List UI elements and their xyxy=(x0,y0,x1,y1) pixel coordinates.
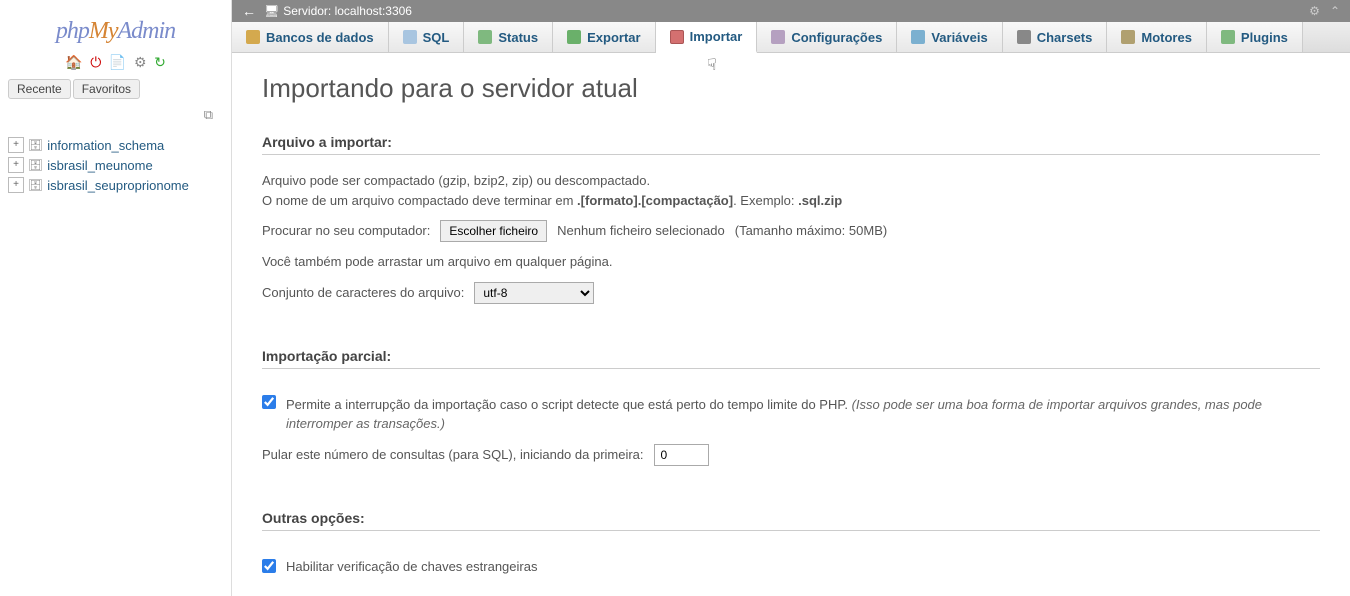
tree-toggle-icon[interactable]: + xyxy=(8,157,24,173)
database-icon: 🗄 xyxy=(28,178,43,192)
tab-plugins[interactable]: Plugins xyxy=(1207,22,1303,52)
compress-note-2: O nome de um arquivo compactado deve ter… xyxy=(262,191,1320,211)
charset-select[interactable]: utf-8 xyxy=(474,282,594,304)
tab-import[interactable]: Importar xyxy=(656,22,758,53)
skip-queries-input[interactable] xyxy=(654,444,709,466)
tab-label: SQL xyxy=(423,30,450,45)
sidebar: phpMyAdmin 🏠 ⏻ 📄 ⚙ ↻ Recente Favoritos ⧉… xyxy=(0,0,232,596)
config-icon xyxy=(771,30,785,44)
drag-note: Você também pode arrastar um arquivo em … xyxy=(262,252,612,272)
back-arrow-icon[interactable]: ← xyxy=(242,3,256,19)
status-icon xyxy=(478,30,492,44)
sidebar-nav-tabs: Recente Favoritos xyxy=(8,75,223,103)
server-label-text: Servidor: localhost:3306 xyxy=(283,4,412,18)
main-panel: ← 🖥 Servidor: localhost:3306 ⚙ ⌃ Bancos … xyxy=(232,0,1350,596)
tab-label: Exportar xyxy=(587,30,640,45)
section-title: Outras opções: xyxy=(262,510,1320,531)
tab-status[interactable]: Status xyxy=(464,22,553,52)
sql-icon xyxy=(403,30,417,44)
text: O nome de um arquivo compactado deve ter… xyxy=(262,193,577,208)
database-icon: 🗄 xyxy=(28,138,43,152)
skip-queries-label: Pular este número de consultas (para SQL… xyxy=(262,445,644,465)
variables-icon xyxy=(911,30,925,44)
docs-icon[interactable]: 📄 xyxy=(109,54,126,70)
tab-label: Variáveis xyxy=(931,30,987,45)
tab-label: Motores xyxy=(1141,30,1192,45)
tab-export[interactable]: Exportar xyxy=(553,22,655,52)
main-tabs: Bancos de dados SQL Status Exportar Impo… xyxy=(232,22,1350,53)
home-icon[interactable]: 🏠 xyxy=(65,54,82,70)
logout-icon[interactable]: ⏻ xyxy=(90,54,101,70)
import-icon xyxy=(670,30,684,44)
text: . Exemplo: xyxy=(733,193,798,208)
browse-label: Procurar no seu computador: xyxy=(262,221,430,241)
section-title: Importação parcial: xyxy=(262,348,1320,369)
tab-label: Charsets xyxy=(1037,30,1093,45)
tree-toggle-icon[interactable]: + xyxy=(8,177,24,193)
logo-my: My xyxy=(89,18,118,44)
tab-databases[interactable]: Bancos de dados xyxy=(232,22,389,52)
link-icon[interactable]: ⧉ xyxy=(8,103,223,127)
no-file-label: Nenhum ficheiro selecionado xyxy=(557,221,725,241)
compress-note-1: Arquivo pode ser compactado (gzip, bzip2… xyxy=(262,171,1320,191)
format-pattern: .[formato].[compactação] xyxy=(577,193,733,208)
tab-variables[interactable]: Variáveis xyxy=(897,22,1002,52)
plugins-icon xyxy=(1221,30,1235,44)
allow-interrupt-label: Permite a interrupção da importação caso… xyxy=(286,395,1320,434)
section-title: Arquivo a importar: xyxy=(262,134,1320,155)
database-icon: 🗄 xyxy=(28,158,43,172)
tab-settings[interactable]: Configurações xyxy=(757,22,897,52)
db-name: information_schema xyxy=(47,138,164,153)
db-name: isbrasil_meunome xyxy=(47,158,153,173)
tab-label: Configurações xyxy=(791,30,882,45)
logo: phpMyAdmin xyxy=(8,8,223,50)
nav-tab-recent[interactable]: Recente xyxy=(8,79,71,99)
gear-icon[interactable]: ⚙ xyxy=(1309,4,1320,18)
db-item[interactable]: + 🗄 isbrasil_seuproprionome xyxy=(8,175,223,195)
tab-charsets[interactable]: Charsets xyxy=(1003,22,1108,52)
tab-label: Importar xyxy=(690,29,743,44)
charset-label: Conjunto de caracteres do arquivo: xyxy=(262,283,464,303)
server-breadcrumb[interactable]: 🖥 Servidor: localhost:3306 xyxy=(264,4,412,18)
db-name: isbrasil_seuproprionome xyxy=(47,178,189,193)
fk-check-checkbox[interactable] xyxy=(262,559,276,573)
engines-icon xyxy=(1121,30,1135,44)
db-tree: + 🗄 information_schema + 🗄 isbrasil_meun… xyxy=(8,127,223,195)
reload-icon[interactable]: ↻ xyxy=(154,54,166,70)
tab-label: Status xyxy=(498,30,538,45)
db-item[interactable]: + 🗄 information_schema xyxy=(8,135,223,155)
tree-toggle-icon[interactable]: + xyxy=(8,137,24,153)
database-icon xyxy=(246,30,260,44)
choose-file-button[interactable]: Escolher ficheiro xyxy=(440,220,547,242)
server-icon: 🖥 xyxy=(264,4,279,18)
settings-icon[interactable]: ⚙ xyxy=(134,54,147,70)
logo-php: php xyxy=(56,18,89,44)
charsets-icon xyxy=(1017,30,1031,44)
fk-check-label: Habilitar verificação de chaves estrange… xyxy=(286,557,537,577)
topbar: ← 🖥 Servidor: localhost:3306 ⚙ ⌃ xyxy=(232,0,1350,22)
sidebar-toolbar: 🏠 ⏻ 📄 ⚙ ↻ xyxy=(8,50,223,75)
tab-label: Bancos de dados xyxy=(266,30,374,45)
format-example: .sql.zip xyxy=(798,193,842,208)
export-icon xyxy=(567,30,581,44)
db-item[interactable]: + 🗄 isbrasil_meunome xyxy=(8,155,223,175)
partial-import-section: Importação parcial: Permite a interrupçã… xyxy=(262,348,1320,480)
tab-label: Plugins xyxy=(1241,30,1288,45)
tab-sql[interactable]: SQL xyxy=(389,22,465,52)
page-title: Importando para o servidor atual xyxy=(262,73,1320,104)
other-options-section: Outras opções: Habilitar verificação de … xyxy=(262,510,1320,591)
tab-engines[interactable]: Motores xyxy=(1107,22,1207,52)
file-import-section: Arquivo a importar: Arquivo pode ser com… xyxy=(262,134,1320,318)
logo-admin: Admin xyxy=(117,18,175,44)
content-area: Importando para o servidor atual Arquivo… xyxy=(232,53,1350,596)
text: Permite a interrupção da importação caso… xyxy=(286,397,852,412)
max-size-label: (Tamanho máximo: 50MB) xyxy=(735,221,887,241)
collapse-icon[interactable]: ⌃ xyxy=(1330,4,1340,18)
allow-interrupt-checkbox[interactable] xyxy=(262,395,276,409)
nav-tab-favorites[interactable]: Favoritos xyxy=(73,79,140,99)
